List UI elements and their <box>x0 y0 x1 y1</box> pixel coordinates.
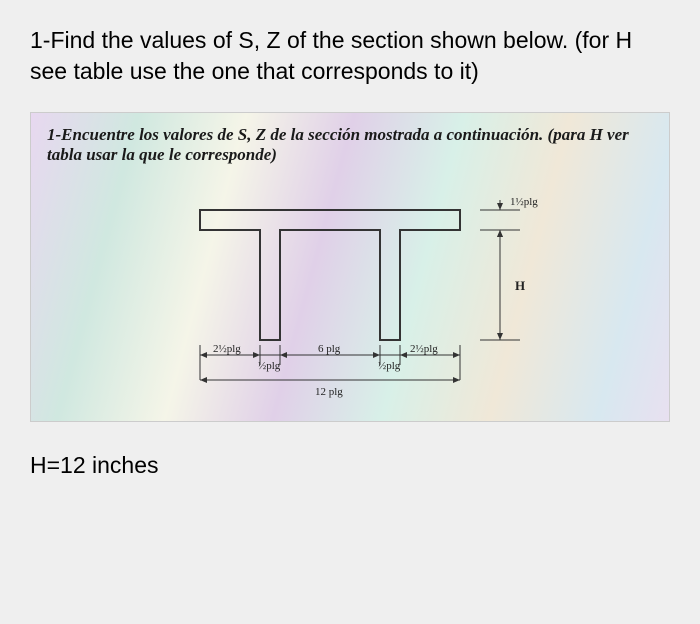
ar4 <box>373 352 380 358</box>
dim-left-outer: 2½plg <box>213 343 241 355</box>
ar5 <box>400 352 407 358</box>
dim-middle: 6 plg <box>318 343 341 355</box>
section-outline <box>200 210 460 340</box>
figure-container: 1-Encuentre los valores de S, Z de la se… <box>30 112 670 422</box>
ar1 <box>200 352 207 358</box>
ar6 <box>453 352 460 358</box>
figure-header-text: 1-Encuentre los valores de S, Z de la se… <box>47 125 629 164</box>
diagram-svg: 1½plg H 2½plg <box>47 180 653 400</box>
dim-flange-thickness: 1½plg <box>510 196 538 208</box>
dim-web-right: ½plg <box>378 360 401 372</box>
arrow-h-bot <box>497 333 503 340</box>
dim-web-left: ½plg <box>258 360 281 372</box>
ar2 <box>253 352 260 358</box>
ar3 <box>280 352 287 358</box>
arrow-top-down <box>497 203 503 210</box>
h-value-text: H=12 inches <box>30 452 670 479</box>
dim-height-h: H <box>515 278 525 293</box>
section-diagram: 1½plg H 2½plg <box>47 180 653 400</box>
figure-header: 1-Encuentre los valores de S, Z de la se… <box>47 125 653 165</box>
art2 <box>453 377 460 383</box>
dim-total-width: 12 plg <box>315 386 343 398</box>
dim-right-inner: 2½plg <box>410 343 438 355</box>
question-text: 1-Find the values of S, Z of the section… <box>30 25 670 87</box>
art1 <box>200 377 207 383</box>
arrow-h-top <box>497 230 503 237</box>
